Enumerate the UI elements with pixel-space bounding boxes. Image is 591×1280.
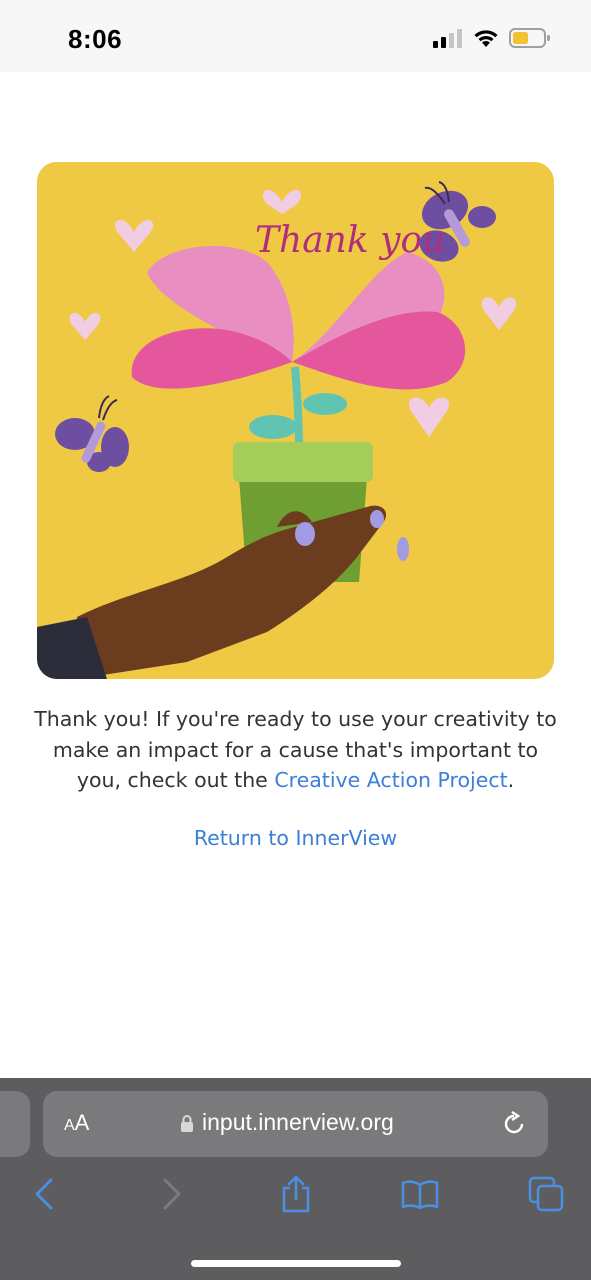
lock-icon [181, 1114, 193, 1132]
thank-you-illustration: Thank you [37, 162, 554, 679]
forward-button[interactable] [150, 1172, 194, 1216]
return-to-innerview-link[interactable]: Return to InnerView [0, 826, 591, 850]
home-indicator[interactable] [191, 1260, 401, 1267]
back-icon [35, 1178, 53, 1210]
signal-icon [433, 29, 462, 48]
url-display[interactable]: input.innerview.org [180, 1109, 394, 1136]
back-button[interactable] [22, 1172, 66, 1216]
previous-tab-stub[interactable] [0, 1091, 30, 1157]
status-bar: 8:06 [0, 0, 591, 72]
message-period: . [507, 768, 515, 792]
forward-icon [163, 1178, 181, 1210]
tabs-button[interactable] [524, 1172, 568, 1216]
creative-action-project-link[interactable]: Creative Action Project [274, 768, 507, 792]
status-time: 8:06 [68, 24, 123, 54]
status-icons [433, 27, 551, 49]
share-icon [282, 1175, 310, 1213]
thank-you-message: Thank you! If you're ready to use your c… [30, 704, 561, 796]
bookmarks-icon [401, 1180, 439, 1209]
battery-icon [509, 28, 550, 48]
reload-icon[interactable] [500, 1110, 528, 1138]
reader-settings-button[interactable]: AA [64, 1110, 89, 1136]
bookmarks-button[interactable] [398, 1172, 442, 1216]
url-text: input.innerview.org [202, 1109, 394, 1135]
share-button[interactable] [274, 1172, 318, 1216]
tabs-icon [528, 1176, 564, 1212]
wifi-icon [474, 30, 498, 47]
svg-text:Thank you: Thank you [255, 220, 445, 261]
